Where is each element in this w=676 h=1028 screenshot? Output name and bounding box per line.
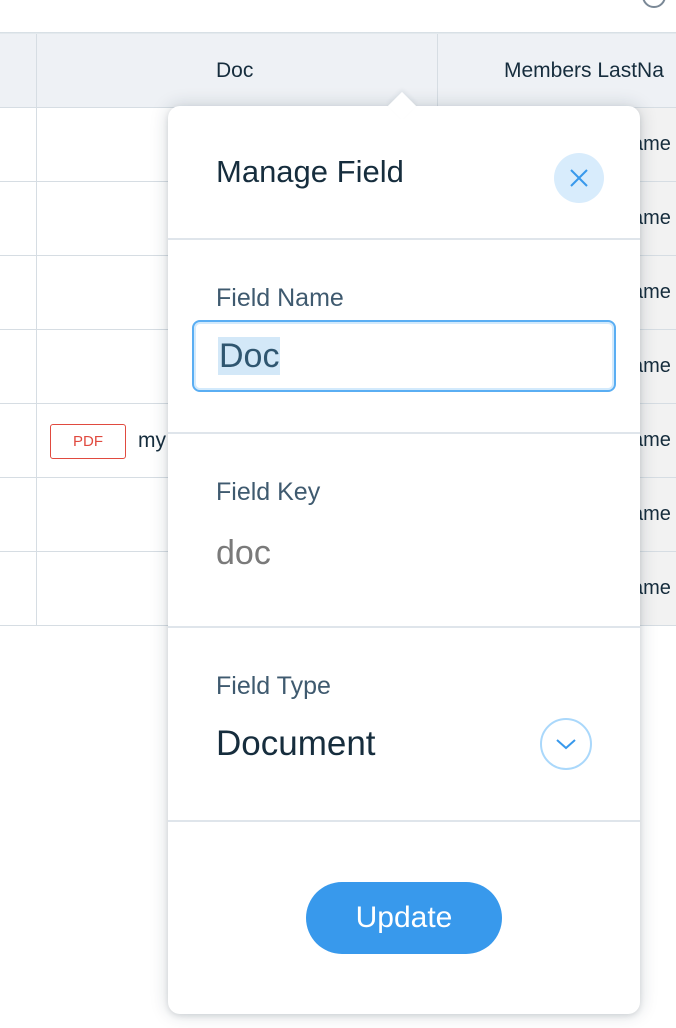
- section-divider: [168, 432, 640, 434]
- top-bar: [0, 0, 676, 32]
- field-key-value: doc: [216, 534, 271, 572]
- table-header: Doc Members LastNa: [0, 34, 676, 108]
- section-divider: [168, 820, 640, 822]
- field-type-value[interactable]: Document: [216, 724, 376, 764]
- column-header-label: Members LastNa: [504, 58, 664, 82]
- close-icon: [570, 169, 588, 187]
- field-name-value: Doc: [218, 337, 281, 375]
- column-header-members-lastname[interactable]: Members LastNa: [504, 34, 664, 107]
- close-button[interactable]: [554, 153, 604, 203]
- field-name-input[interactable]: Doc: [192, 320, 616, 392]
- field-type-label: Field Type: [216, 672, 331, 700]
- popover-title: Manage Field: [216, 154, 404, 189]
- help-icon[interactable]: [642, 0, 666, 8]
- manage-field-popover: Manage Field Field Name Doc Field Key do…: [168, 91, 640, 1014]
- field-key-label: Field Key: [216, 478, 321, 506]
- section-divider: [168, 238, 640, 240]
- field-name-label: Field Name: [216, 284, 344, 312]
- update-button[interactable]: Update: [306, 882, 502, 954]
- column-divider: [36, 34, 37, 625]
- column-header-doc[interactable]: Doc: [216, 34, 253, 107]
- column-header-label: Doc: [216, 58, 254, 82]
- chevron-down-icon: [556, 739, 576, 750]
- section-divider: [168, 626, 640, 628]
- pdf-badge[interactable]: PDF: [50, 424, 126, 459]
- field-type-dropdown-button[interactable]: [540, 718, 592, 770]
- document-name[interactable]: my: [138, 404, 166, 477]
